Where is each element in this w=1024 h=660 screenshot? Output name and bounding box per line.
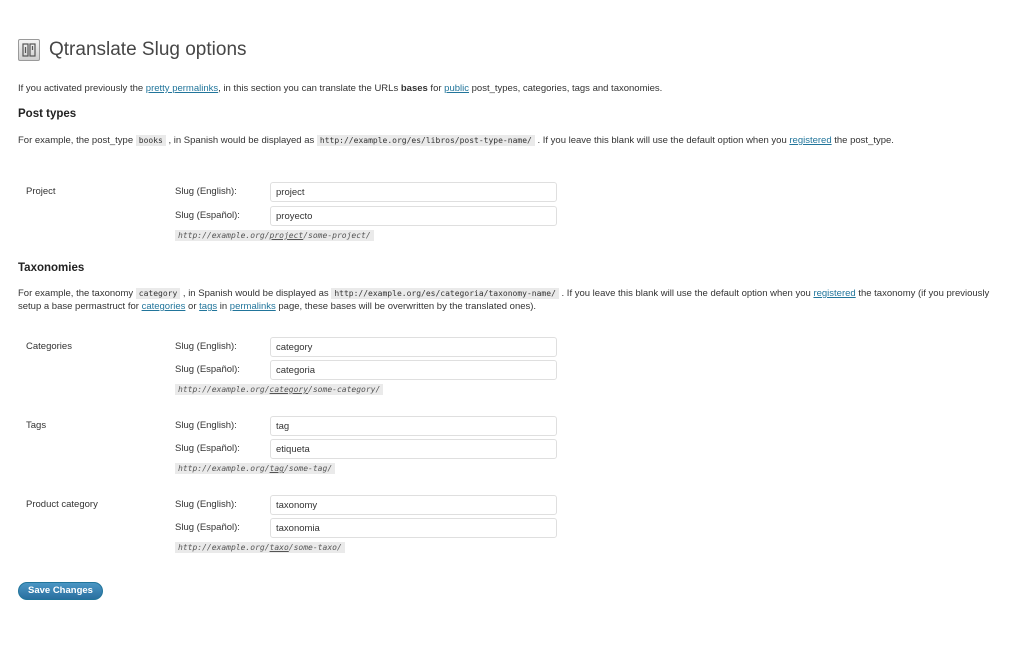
- post-types-description: For example, the post_type books , in Sp…: [18, 135, 894, 146]
- taxonomy-code: category: [135, 288, 181, 299]
- group-label: Project: [26, 186, 56, 197]
- page-title: Qtranslate Slug options: [49, 39, 247, 60]
- group-label: Categories: [26, 341, 72, 352]
- field-label: Slug (English):: [175, 186, 237, 197]
- page-header: Qtranslate Slug options: [18, 38, 247, 62]
- taxonomies-description: For example, the taxonomy category , in …: [18, 288, 990, 312]
- pretty-permalinks-link[interactable]: pretty permalinks: [146, 83, 218, 94]
- field-label: Slug (English):: [175, 420, 237, 431]
- example-url: http://example.org/category/some-categor…: [175, 384, 384, 395]
- taxonomy-url-code: http://example.org/es/categoria/taxonomy…: [331, 288, 559, 299]
- field-label: Slug (Español):: [175, 364, 240, 375]
- tags-slug-spanish-input[interactable]: [270, 439, 557, 459]
- categories-slug-english-input[interactable]: [270, 337, 557, 357]
- field-label: Slug (Español):: [175, 210, 240, 221]
- example-url: http://example.org/tag/some-tag/: [175, 463, 336, 474]
- project-slug-english-input[interactable]: [270, 182, 557, 202]
- tags-slug-english-input[interactable]: [270, 416, 557, 436]
- example-url: http://example.org/project/some-project/: [175, 230, 374, 241]
- categories-link[interactable]: categories: [142, 301, 186, 312]
- post-type-url-code: http://example.org/es/libros/post-type-n…: [316, 135, 535, 146]
- field-label: Slug (Español):: [175, 522, 240, 533]
- product-category-slug-english-input[interactable]: [270, 495, 557, 515]
- settings-tools-icon: [18, 39, 40, 61]
- tags-link[interactable]: tags: [199, 301, 217, 312]
- intro-text: If you activated previously the pretty p…: [18, 83, 663, 94]
- save-changes-button[interactable]: Save Changes: [18, 582, 103, 600]
- group-label: Product category: [26, 499, 98, 510]
- group-label: Tags: [26, 420, 47, 431]
- taxonomies-heading: Taxonomies: [18, 262, 85, 274]
- post-type-code: books: [135, 135, 166, 146]
- registered-link[interactable]: registered: [789, 135, 831, 146]
- field-label: Slug (Español):: [175, 443, 240, 454]
- product-category-slug-spanish-input[interactable]: [270, 518, 557, 538]
- permalinks-link[interactable]: permalinks: [230, 301, 276, 312]
- project-slug-spanish-input[interactable]: [270, 206, 557, 226]
- categories-slug-spanish-input[interactable]: [270, 360, 557, 380]
- example-url: http://example.org/taxo/some-taxo/: [175, 542, 345, 553]
- post-types-heading: Post types: [18, 108, 77, 120]
- public-link[interactable]: public: [444, 83, 469, 94]
- field-label: Slug (English):: [175, 341, 237, 352]
- registered-link[interactable]: registered: [813, 288, 855, 299]
- field-label: Slug (English):: [175, 499, 237, 510]
